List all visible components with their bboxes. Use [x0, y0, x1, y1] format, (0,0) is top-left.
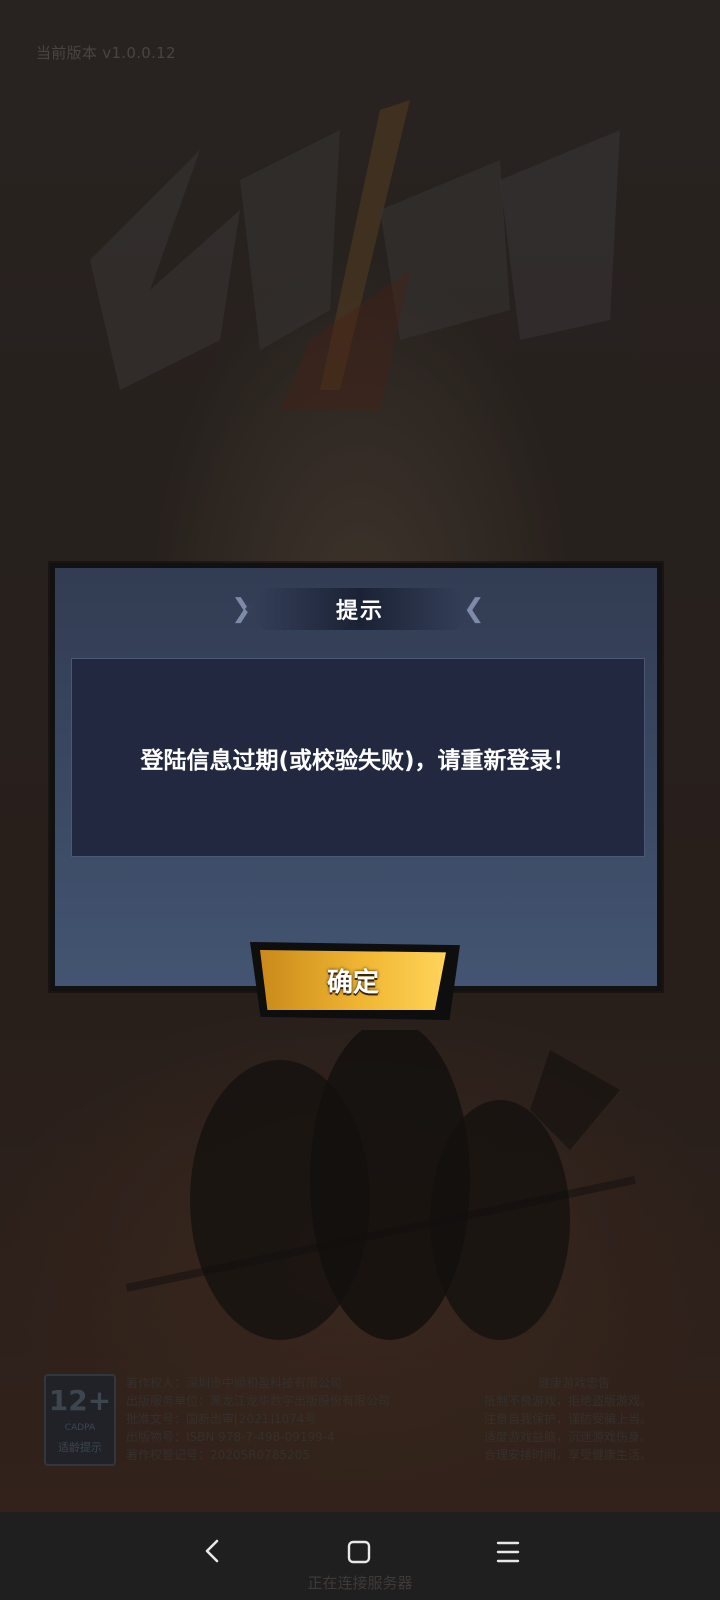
- confirm-button[interactable]: 确定: [250, 942, 460, 1020]
- dialog-message: 登陆信息过期(或校验失败)，请重新登录！: [140, 747, 576, 774]
- hamburger-menu-icon[interactable]: [490, 1536, 526, 1568]
- chevron-left-icon[interactable]: [196, 1534, 230, 1568]
- connection-status: 正在连接服务器: [307, 1574, 413, 1592]
- square-home-icon[interactable]: [341, 1536, 377, 1568]
- confirm-button-face[interactable]: 确定: [260, 950, 446, 1010]
- dialog-title: 提示: [335, 599, 384, 624]
- confirm-button-label: 确定: [326, 967, 379, 998]
- title-right-arrow-icon: ❮: [463, 594, 485, 624]
- message-box: 登陆信息过期(或校验失败)，请重新登录！: [71, 658, 645, 857]
- alert-dialog: ❯ 提示 ❮ 登陆信息过期(或校验失败)，请重新登录！: [50, 563, 662, 991]
- dialog-title-bar: 提示: [245, 588, 475, 630]
